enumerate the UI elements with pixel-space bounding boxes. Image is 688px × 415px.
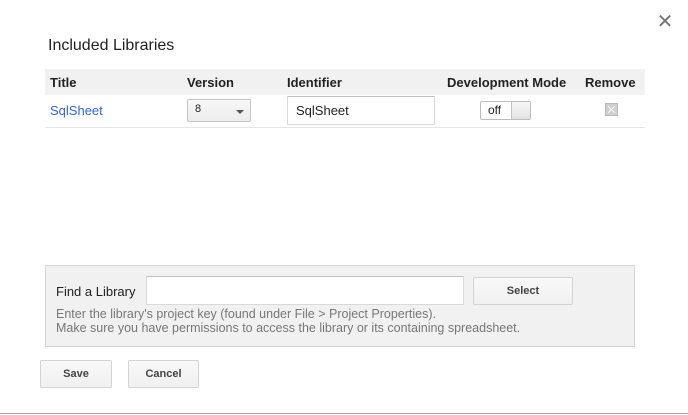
included-libraries-dialog: ✕ Included Libraries Title Version Ident… bbox=[0, 0, 688, 415]
header-title: Title bbox=[50, 75, 77, 90]
save-button[interactable]: Save bbox=[40, 360, 112, 388]
table-row: SqlSheet 8 off bbox=[45, 95, 645, 128]
header-version: Version bbox=[187, 75, 234, 90]
project-key-input[interactable] bbox=[146, 276, 464, 305]
version-value: 8 bbox=[195, 103, 202, 115]
cancel-button[interactable]: Cancel bbox=[128, 360, 199, 388]
hint-project-key: Enter the library's project key (found u… bbox=[56, 307, 436, 321]
toggle-label: off bbox=[488, 103, 502, 117]
remove-library-icon[interactable] bbox=[605, 103, 618, 116]
table-header: Title Version Identifier Development Mod… bbox=[45, 69, 645, 95]
development-mode-toggle[interactable]: off bbox=[480, 101, 531, 120]
close-icon[interactable]: ✕ bbox=[656, 10, 674, 32]
chevron-down-icon bbox=[236, 110, 244, 114]
version-select[interactable]: 8 bbox=[187, 99, 251, 122]
header-identifier: Identifier bbox=[287, 75, 342, 90]
find-library-label: Find a Library bbox=[56, 284, 136, 299]
toggle-knob bbox=[511, 102, 530, 119]
select-button[interactable]: Select bbox=[473, 277, 573, 305]
library-title-link[interactable]: SqlSheet bbox=[50, 103, 103, 118]
dialog-title: Included Libraries bbox=[48, 37, 175, 54]
identifier-input[interactable] bbox=[287, 96, 435, 125]
header-remove: Remove bbox=[585, 75, 636, 90]
hint-permissions: Make sure you have permissions to access… bbox=[56, 321, 521, 335]
find-library-panel: Find a Library Select Enter the library'… bbox=[45, 265, 635, 347]
bottom-divider bbox=[0, 413, 688, 414]
header-development-mode: Development Mode bbox=[447, 75, 567, 90]
libraries-table: Title Version Identifier Development Mod… bbox=[45, 69, 645, 128]
